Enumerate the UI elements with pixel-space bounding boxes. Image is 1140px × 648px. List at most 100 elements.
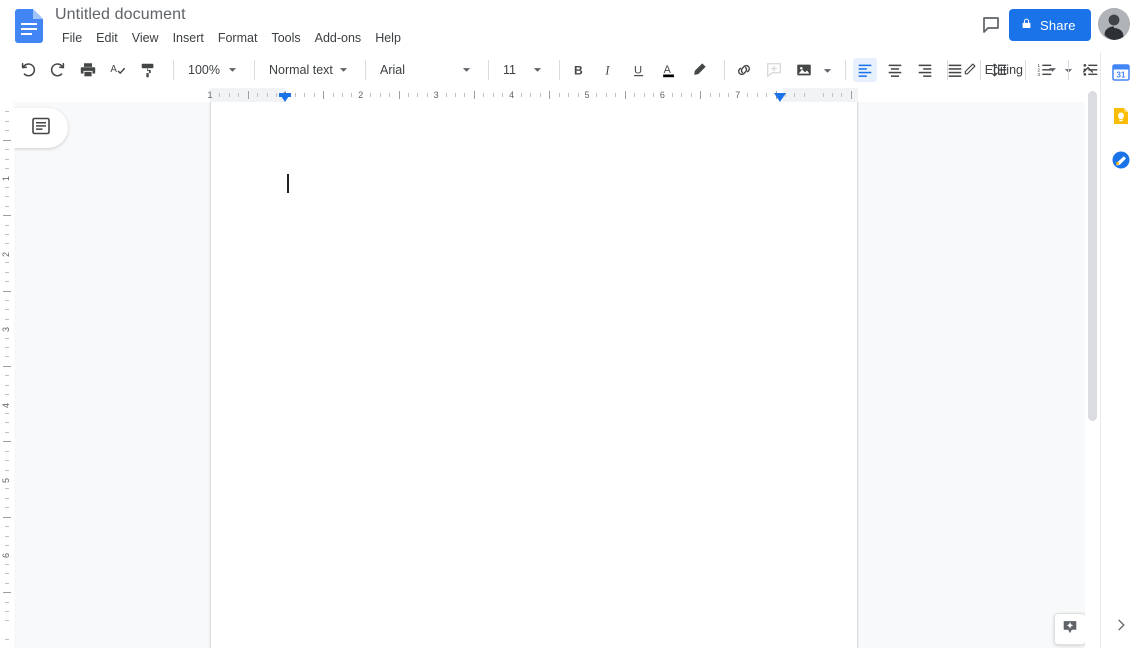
- underline-icon[interactable]: U: [627, 58, 651, 82]
- align-right-icon[interactable]: [913, 58, 937, 82]
- toolbar-right-group: Editing: [940, 52, 1100, 88]
- left-indent-marker[interactable]: [279, 93, 291, 102]
- text-color-icon[interactable]: A: [657, 58, 681, 82]
- expand-side-panel-button[interactable]: [1109, 615, 1133, 639]
- insert-image-caret-down-icon[interactable]: [820, 58, 834, 82]
- insert-link-icon[interactable]: [732, 58, 756, 82]
- ruler-tick: [5, 639, 9, 641]
- ruler-tick: [247, 91, 249, 99]
- ruler-tick: [464, 93, 466, 97]
- google-docs-logo[interactable]: [15, 9, 43, 43]
- ruler-tick: [266, 93, 268, 97]
- ruler-tick: [228, 93, 230, 97]
- ruler-tick: [5, 224, 9, 226]
- spellcheck-icon[interactable]: A: [106, 58, 130, 82]
- ruler-tick: [803, 93, 805, 97]
- ruler-tick: [5, 394, 9, 396]
- add-comment-icon[interactable]: [762, 58, 786, 82]
- ruler-tick: [652, 93, 654, 97]
- ruler-tick: [313, 93, 315, 97]
- google-calendar-icon[interactable]: 31: [1109, 60, 1133, 84]
- ruler-tick: [389, 93, 391, 97]
- lock-icon: [1020, 17, 1033, 33]
- toolbar-divider: [724, 60, 725, 80]
- user-avatar[interactable]: [1098, 8, 1130, 40]
- menu-item-file[interactable]: File: [55, 29, 89, 47]
- align-center-icon[interactable]: [883, 58, 907, 82]
- ruler-tick: [3, 139, 11, 141]
- ruler-tick: [530, 93, 532, 97]
- ruler-tick: [615, 93, 617, 97]
- ruler-tick: [794, 93, 796, 97]
- ruler-tick: [5, 196, 9, 198]
- undo-icon[interactable]: [16, 58, 40, 82]
- ruler-tick: [5, 186, 9, 188]
- highlight-color-icon[interactable]: [687, 58, 711, 82]
- bold-icon[interactable]: B: [567, 58, 591, 82]
- ruler-tick: [3, 215, 11, 217]
- caret-down-icon: [533, 63, 542, 77]
- ruler-tick: [709, 93, 711, 97]
- ruler-tick: [5, 384, 9, 386]
- paint-format-icon[interactable]: [136, 58, 160, 82]
- redo-icon[interactable]: [46, 58, 70, 82]
- toolbar-divider: [365, 60, 366, 80]
- menu-item-tools[interactable]: Tools: [264, 29, 307, 47]
- horizontal-ruler[interactable]: 11234567: [0, 88, 1085, 102]
- paragraph-style-selector[interactable]: Normal text: [262, 58, 354, 82]
- ruler-tick: [417, 93, 419, 97]
- right-indent-marker[interactable]: [774, 93, 786, 102]
- ruler-number: 4: [1, 402, 11, 408]
- menu-item-view[interactable]: View: [125, 29, 166, 47]
- ruler-number: 2: [1, 251, 11, 257]
- ruler-tick: [5, 271, 9, 273]
- comment-history-icon[interactable]: [976, 10, 1006, 40]
- ruler-tick: [5, 299, 9, 301]
- menu-item-insert[interactable]: Insert: [166, 29, 211, 47]
- toolbar-divider: [1068, 60, 1069, 80]
- ruler-tick: [5, 601, 9, 603]
- print-icon[interactable]: [76, 58, 100, 82]
- explore-button[interactable]: [1054, 613, 1085, 645]
- menu-item-edit[interactable]: Edit: [89, 29, 125, 47]
- menu-bar: File Edit View Insert Format Tools Add-o…: [55, 28, 408, 48]
- ruler-tick: [257, 93, 259, 97]
- italic-icon[interactable]: I: [597, 58, 621, 82]
- ruler-tick: [294, 93, 296, 97]
- editing-mode-selector[interactable]: Editing: [955, 57, 1061, 83]
- ruler-tick: [5, 488, 9, 490]
- vertical-scroll-thumb[interactable]: [1088, 91, 1097, 421]
- insert-image-icon[interactable]: [792, 58, 816, 82]
- zoom-level-selector[interactable]: 100%: [181, 58, 243, 82]
- menu-item-help[interactable]: Help: [368, 29, 408, 47]
- ruler-tick: [219, 93, 221, 97]
- chevron-up-icon[interactable]: [1076, 58, 1100, 82]
- document-outline-toggle[interactable]: [14, 108, 68, 148]
- font-family-selector[interactable]: Arial: [373, 58, 477, 82]
- ruler-tick: [3, 516, 11, 518]
- share-button[interactable]: Share: [1009, 9, 1091, 41]
- ruler-tick: [502, 93, 504, 97]
- ruler-tick: [323, 91, 325, 99]
- ruler-number: 5: [584, 90, 590, 100]
- svg-text:U: U: [634, 65, 642, 77]
- vertical-ruler[interactable]: 1 2 3 4 5 6: [0, 102, 14, 648]
- menu-item-addons[interactable]: Add-ons: [308, 29, 369, 47]
- document-title[interactable]: Untitled document: [55, 6, 186, 24]
- ruler-tick: [5, 130, 9, 132]
- vertical-scrollbar[interactable]: [1085, 88, 1100, 648]
- ruler-tick: [5, 120, 9, 122]
- caret-down-icon: [228, 63, 237, 77]
- toolbar-divider: [488, 60, 489, 80]
- align-left-icon[interactable]: [853, 58, 877, 82]
- ruler-tick: [634, 93, 636, 97]
- ruler-tick: [5, 431, 9, 433]
- ruler-tick: [5, 337, 9, 339]
- font-size-selector[interactable]: 11: [496, 58, 548, 82]
- google-keep-icon[interactable]: [1109, 104, 1133, 128]
- ruler-number: 3: [1, 327, 11, 333]
- google-tasks-icon[interactable]: [1109, 148, 1133, 172]
- menu-item-format[interactable]: Format: [211, 29, 265, 47]
- document-page[interactable]: [210, 102, 858, 648]
- ruler-tick: [492, 93, 494, 97]
